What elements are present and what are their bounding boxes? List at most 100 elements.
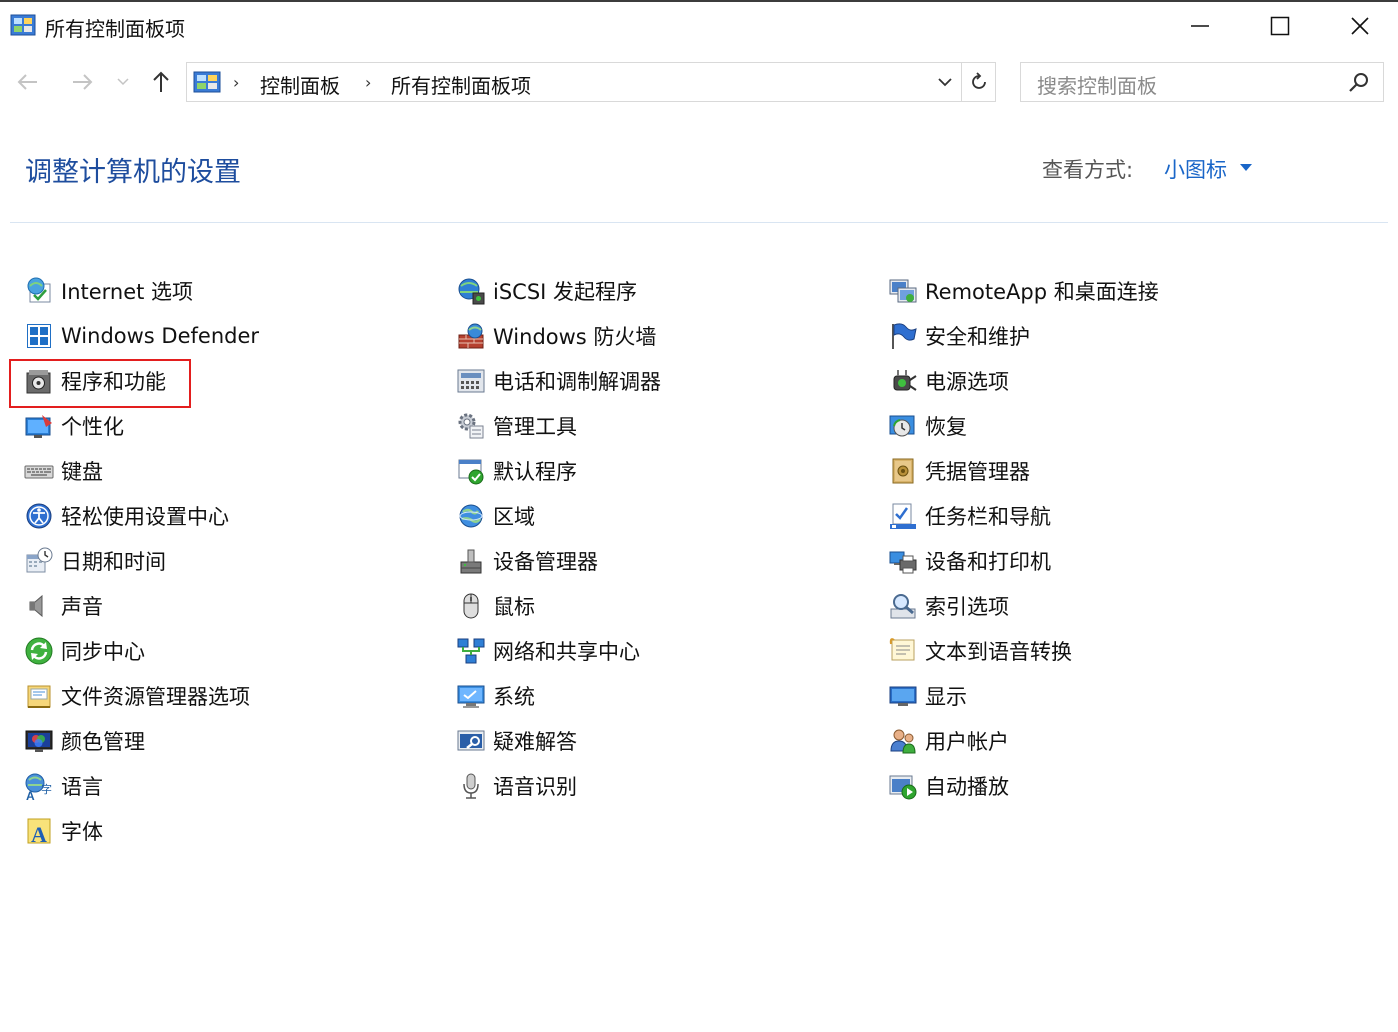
page-title: 调整计算机的设置: [25, 157, 241, 188]
items-column-2: iSCSI 发起程序 Windows 防火墙 电话和调制解调器 管理工具 默认程…: [456, 268, 661, 808]
item-label: 同步中心: [61, 639, 145, 664]
phone-modem-icon: [457, 369, 485, 392]
internet-options-icon: [27, 277, 51, 302]
item-devices-printers[interactable]: 设备和打印机: [888, 538, 1159, 583]
navigation-bar: › 控制面板 › 所有控制面板项 搜索控制面板: [0, 56, 1398, 108]
item-label: 系统: [493, 684, 535, 709]
maximize-button[interactable]: [1240, 4, 1320, 48]
item-taskbar-navigation[interactable]: 任务栏和导航: [888, 493, 1159, 538]
caret-down-icon[interactable]: [1240, 164, 1252, 171]
breadcrumb-all-items[interactable]: 所有控制面板项: [391, 70, 531, 99]
back-button[interactable]: [12, 66, 44, 98]
item-date-time[interactable]: 日期和时间: [24, 538, 259, 583]
item-ease-of-access[interactable]: 轻松使用设置中心: [24, 493, 259, 538]
item-sync-center[interactable]: 同步中心: [24, 628, 259, 673]
item-security-maintenance[interactable]: 安全和维护: [888, 313, 1159, 358]
address-dropdown-button[interactable]: [929, 63, 961, 101]
address-bar[interactable]: › 控制面板 › 所有控制面板项: [186, 62, 996, 102]
view-by-dropdown[interactable]: 小图标: [1164, 154, 1227, 184]
item-windows-defender[interactable]: Windows Defender: [24, 313, 259, 358]
admin-tools-icon: [458, 413, 484, 438]
item-label: RemoteApp 和桌面连接: [925, 279, 1159, 304]
forward-button[interactable]: [66, 66, 98, 98]
item-label: 个性化: [61, 414, 124, 439]
sync-center-icon: [25, 637, 53, 664]
recent-locations-button[interactable]: [110, 66, 136, 98]
item-fonts[interactable]: A 字体: [24, 808, 259, 853]
region-icon: [459, 504, 483, 527]
item-label: Windows Defender: [61, 323, 260, 348]
item-label: 默认程序: [493, 459, 577, 484]
ease-of-access-icon: [26, 503, 52, 528]
item-label: 设备管理器: [493, 549, 598, 574]
item-file-explorer-options[interactable]: 文件资源管理器选项: [24, 673, 259, 718]
item-iscsi-initiator[interactable]: iSCSI 发起程序: [456, 268, 661, 313]
header-divider: [10, 222, 1388, 223]
item-power-options[interactable]: 电源选项: [888, 358, 1159, 403]
item-indexing-options[interactable]: 索引选项: [888, 583, 1159, 628]
item-personalization[interactable]: 个性化: [24, 403, 259, 448]
item-credential-manager[interactable]: 凭据管理器: [888, 448, 1159, 493]
breadcrumb-control-panel[interactable]: 控制面板: [260, 70, 340, 99]
power-options-icon: [893, 369, 917, 391]
devices-printers-icon: [889, 551, 917, 573]
svg-text:A: A: [26, 789, 35, 801]
item-color-management[interactable]: 颜色管理: [24, 718, 259, 763]
item-phone-modem[interactable]: 电话和调制解调器: [456, 358, 661, 403]
item-label: 日期和时间: [61, 549, 166, 574]
chevron-down-icon: [117, 78, 129, 86]
item-sound[interactable]: 声音: [24, 583, 259, 628]
chevron-down-icon: [938, 78, 952, 87]
item-user-accounts[interactable]: 用户帐户: [888, 718, 1159, 763]
display-icon: [889, 686, 917, 706]
arrow-left-icon: [17, 74, 37, 90]
item-system[interactable]: 系统: [456, 673, 661, 718]
item-label: 任务栏和导航: [925, 504, 1051, 529]
refresh-button[interactable]: [961, 63, 996, 101]
item-label: 电源选项: [925, 369, 1009, 394]
search-icon: [1349, 73, 1368, 92]
fonts-icon: A: [27, 818, 51, 846]
refresh-icon: [972, 72, 986, 89]
item-region[interactable]: 区域: [456, 493, 661, 538]
indexing-options-icon: [890, 593, 916, 618]
item-recovery[interactable]: 恢复: [888, 403, 1159, 448]
up-button[interactable]: [145, 66, 177, 98]
search-input[interactable]: 搜索控制面板: [1020, 62, 1384, 102]
speech-recognition-icon: [463, 773, 479, 799]
close-button[interactable]: [1320, 4, 1398, 48]
keyboard-icon: [24, 465, 54, 478]
item-language[interactable]: A字 语言: [24, 763, 259, 808]
item-network-sharing[interactable]: 网络和共享中心: [456, 628, 661, 673]
item-internet-options[interactable]: Internet 选项: [24, 268, 259, 313]
item-firewall[interactable]: Windows 防火墙: [456, 313, 661, 358]
item-label: 安全和维护: [925, 324, 1030, 349]
item-keyboard[interactable]: 键盘: [24, 448, 259, 493]
item-autoplay[interactable]: 自动播放: [888, 763, 1159, 808]
item-text-to-speech[interactable]: 文本到语音转换: [888, 628, 1159, 673]
default-programs-icon: [458, 459, 484, 484]
item-label: 键盘: [61, 459, 103, 484]
item-label: 电话和调制解调器: [493, 369, 661, 394]
svg-text:字: 字: [41, 782, 52, 796]
control-panel-icon: [193, 71, 221, 93]
item-admin-tools[interactable]: 管理工具: [456, 403, 661, 448]
item-label: 恢复: [925, 414, 967, 439]
item-label: 设备和打印机: [925, 549, 1051, 574]
item-troubleshooting[interactable]: 疑难解答: [456, 718, 661, 763]
minimize-button[interactable]: [1160, 4, 1240, 48]
items-column-3: RemoteApp 和桌面连接 安全和维护 电源选项 恢复 凭据管理器 任务栏和…: [888, 268, 1159, 808]
item-speech-recognition[interactable]: 语音识别: [456, 763, 661, 808]
autoplay-icon: [889, 775, 917, 799]
item-mouse[interactable]: 鼠标: [456, 583, 661, 628]
items-column-1: Internet 选项 Windows Defender 程序和功能 个性化 键…: [24, 268, 259, 853]
troubleshooting-icon: [457, 730, 485, 750]
item-display[interactable]: 显示: [888, 673, 1159, 718]
windows-defender-icon: [27, 323, 51, 348]
item-device-manager[interactable]: 设备管理器: [456, 538, 661, 583]
date-time-icon: [26, 547, 53, 572]
item-label: 文本到语音转换: [925, 639, 1072, 664]
item-default-programs[interactable]: 默认程序: [456, 448, 661, 493]
item-remoteapp[interactable]: RemoteApp 和桌面连接: [888, 268, 1159, 313]
search-placeholder: 搜索控制面板: [1037, 74, 1157, 98]
